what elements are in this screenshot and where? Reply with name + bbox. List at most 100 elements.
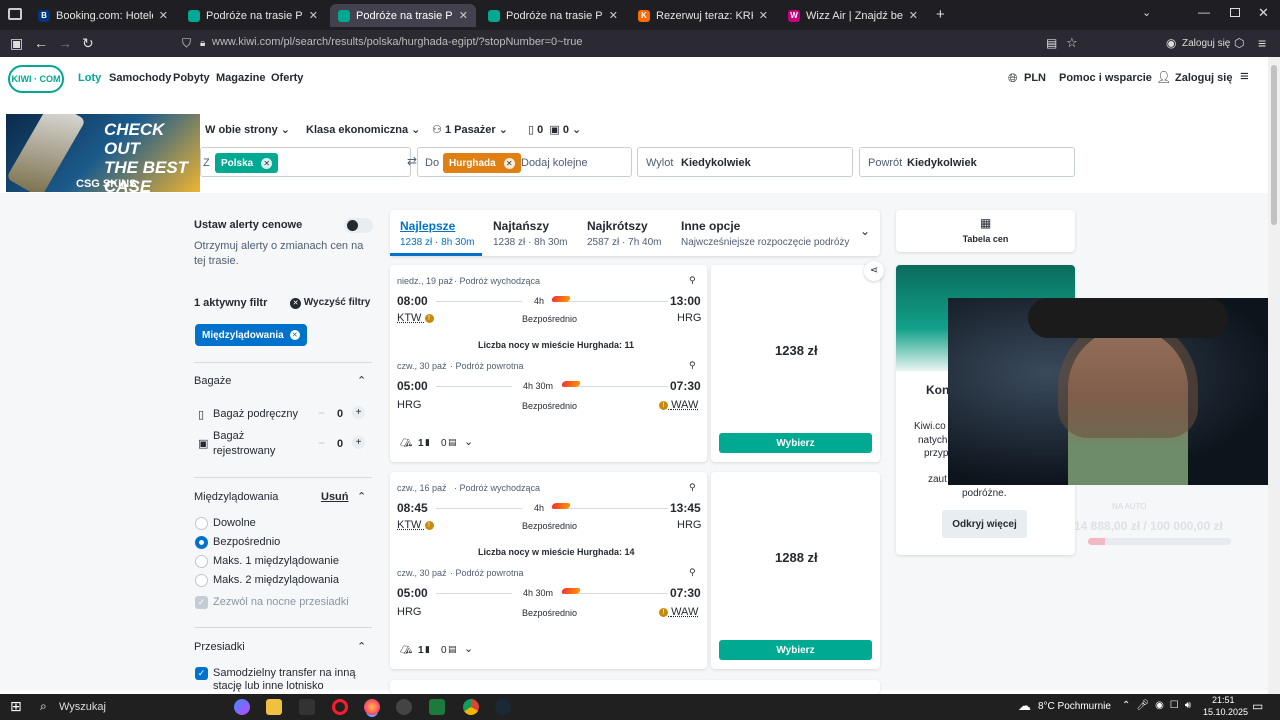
- pin-icon[interactable]: ⚲: [689, 360, 696, 371]
- shield-icon[interactable]: ⛉: [182, 36, 191, 51]
- browser-menu-icon[interactable]: [8, 8, 22, 20]
- close-tab-icon[interactable]: ✕: [309, 9, 318, 22]
- bags-dropdown[interactable]: ▯ 0 ▣ 0 ⌄: [528, 123, 581, 136]
- close-tab-icon[interactable]: ✕: [909, 9, 918, 22]
- help-link[interactable]: Pomoc i wsparcie: [1059, 72, 1152, 84]
- info-icon[interactable]: !: [424, 520, 434, 530]
- nav-flights[interactable]: Loty: [78, 72, 101, 84]
- browser-tab[interactable]: K Rezerwuj teraz: KRK,KTW – Egip ✕: [630, 4, 776, 27]
- transfers-section-title[interactable]: Przesiadki: [194, 641, 245, 653]
- return-date-field[interactable]: Powrót Kiedykolwiek: [859, 147, 1075, 177]
- info-icon[interactable]: !: [424, 313, 434, 323]
- stops-option-label[interactable]: Dowolne: [213, 517, 256, 529]
- reader-view-icon[interactable]: ▤: [1046, 36, 1057, 50]
- stops-radio[interactable]: [195, 517, 208, 530]
- pin-icon[interactable]: ⚲: [689, 275, 696, 286]
- opera-icon[interactable]: [332, 699, 348, 715]
- remove-chip-icon[interactable]: ✕: [261, 157, 273, 169]
- sort-tab[interactable]: Najlepsze 1238 zł · 8h 30m: [400, 219, 475, 248]
- chevron-down-icon[interactable]: ⌄: [464, 435, 473, 448]
- departure-date-field[interactable]: Wylot Kiedykolwiek: [637, 147, 853, 177]
- menu-icon[interactable]: ≡: [1258, 35, 1266, 51]
- destination-chip[interactable]: Hurghada ✕: [443, 153, 521, 173]
- price-alerts-toggle[interactable]: [344, 218, 373, 233]
- chevron-up-icon[interactable]: ⌃: [357, 374, 366, 387]
- swap-icon[interactable]: ⇄: [407, 154, 417, 168]
- chevron-down-icon[interactable]: ⌄: [860, 224, 870, 238]
- url-bar[interactable]: www.kiwi.com/pl/search/results/polska/hu…: [212, 36, 583, 48]
- sidebar-toggle-icon[interactable]: ▣: [10, 35, 23, 52]
- stops-radio[interactable]: [195, 536, 208, 549]
- increment-checked-bag-button[interactable]: +: [352, 436, 365, 449]
- copilot-icon[interactable]: [234, 699, 250, 715]
- overnight-checkbox[interactable]: ✓: [195, 596, 208, 609]
- stops-option-label[interactable]: Maks. 2 międzylądowania: [213, 574, 339, 586]
- stops-radio[interactable]: [195, 555, 208, 568]
- firefox-icon[interactable]: [364, 699, 380, 715]
- windows-start-icon[interactable]: ⊞: [10, 698, 22, 715]
- info-icon[interactable]: !: [659, 607, 668, 617]
- nav-cars[interactable]: Samochody: [109, 72, 171, 84]
- remove-chip-icon[interactable]: ✕: [503, 157, 515, 169]
- scrollbar-thumb[interactable]: [1271, 65, 1277, 225]
- chrome-icon[interactable]: [463, 699, 479, 715]
- hamburger-menu-icon[interactable]: ≡: [1240, 68, 1249, 85]
- weather-text[interactable]: 8°C Pochmurnie: [1038, 701, 1111, 712]
- cabin-class-dropdown[interactable]: Klasa ekonomiczna ⌄: [306, 123, 420, 136]
- pin-icon[interactable]: ⚲: [689, 567, 696, 578]
- origin-chip[interactable]: Polska ✕: [215, 153, 279, 173]
- tab-list-icon[interactable]: ⌄: [1142, 6, 1151, 19]
- extensions-icon[interactable]: ⬡: [1234, 36, 1244, 50]
- browser-tab[interactable]: B Booking.com: Hotele – Egipt. Za ✕: [30, 4, 176, 27]
- taskbar-search[interactable]: Wyszukaj: [59, 701, 106, 713]
- chevron-up-icon[interactable]: ⌃: [357, 640, 366, 653]
- notifications-icon[interactable]: ▭: [1252, 699, 1263, 713]
- pin-icon[interactable]: ⚲: [689, 482, 696, 493]
- browser-tab[interactable]: W Wizz Air | Znajdź bezpośrednio ✕: [780, 4, 926, 27]
- stops-filter-chip[interactable]: Międzylądowania ✕: [195, 324, 307, 346]
- add-destination-placeholder[interactable]: Dodaj kolejne: [521, 157, 588, 169]
- xbox-icon[interactable]: [429, 699, 445, 715]
- decrement-checked-bag-button[interactable]: −: [318, 436, 325, 450]
- clock-time[interactable]: 21:51: [1212, 695, 1235, 705]
- nav-magazine[interactable]: Magazine: [216, 72, 266, 84]
- back-icon[interactable]: ←: [34, 35, 48, 51]
- stops-radio[interactable]: [195, 574, 208, 587]
- chevron-down-icon[interactable]: ⌄: [464, 642, 473, 655]
- nav-stays[interactable]: Pobyty: [173, 72, 210, 84]
- trip-type-dropdown[interactable]: W obie strony ⌄: [205, 123, 290, 136]
- header-login[interactable]: Zaloguj się: [1175, 72, 1232, 84]
- forward-icon[interactable]: →: [58, 35, 72, 51]
- file-explorer-icon[interactable]: [266, 699, 282, 715]
- passengers-dropdown[interactable]: ⚇ 1 Pasażer ⌄: [432, 123, 508, 136]
- chevron-up-icon[interactable]: ⌃: [357, 490, 366, 503]
- obs-icon[interactable]: [396, 699, 412, 715]
- decrement-cabin-bag-button[interactable]: −: [318, 406, 325, 420]
- new-tab-icon[interactable]: +: [936, 6, 945, 23]
- stops-option-label[interactable]: Maks. 1 międzylądowanie: [213, 555, 339, 567]
- close-tab-icon[interactable]: ✕: [609, 9, 618, 22]
- maximize-icon[interactable]: [1230, 8, 1240, 17]
- info-icon[interactable]: !: [659, 400, 668, 410]
- browser-login[interactable]: Zaloguj się: [1182, 38, 1230, 49]
- bookmark-star-icon[interactable]: ☆: [1066, 35, 1078, 51]
- nav-deals[interactable]: Oferty: [271, 72, 303, 84]
- minimize-icon[interactable]: —: [1198, 5, 1210, 19]
- browser-tab[interactable]: Podróże na trasie Polska – Hurg ✕: [330, 4, 476, 27]
- tray-icons[interactable]: ⌃🎤︎◉☐🔊︎: [1122, 700, 1197, 711]
- remove-chip-icon[interactable]: ✕: [289, 330, 300, 340]
- result-card[interactable]: [390, 680, 880, 694]
- bags-section-title[interactable]: Bagaże: [194, 375, 231, 387]
- stops-remove-link[interactable]: Usuń: [321, 491, 349, 503]
- close-tab-icon[interactable]: ✕: [459, 9, 468, 22]
- destination-field[interactable]: Do Hurghada ✕ Dodaj kolejne: [417, 147, 632, 177]
- close-tab-icon[interactable]: ✕: [759, 9, 768, 22]
- price-table-button[interactable]: ▦ Tabela cen: [896, 210, 1075, 252]
- account-icon[interactable]: ◉: [1166, 36, 1176, 50]
- sort-tab[interactable]: Inne opcje Najwcześniejsze rozpoczęcie po…: [681, 219, 849, 248]
- select-button[interactable]: Wybierz: [719, 433, 872, 453]
- close-tab-icon[interactable]: ✕: [159, 9, 168, 22]
- share-icon[interactable]: ⋖: [864, 261, 884, 281]
- epic-games-icon[interactable]: [299, 699, 315, 715]
- close-window-icon[interactable]: ✕: [1258, 5, 1269, 21]
